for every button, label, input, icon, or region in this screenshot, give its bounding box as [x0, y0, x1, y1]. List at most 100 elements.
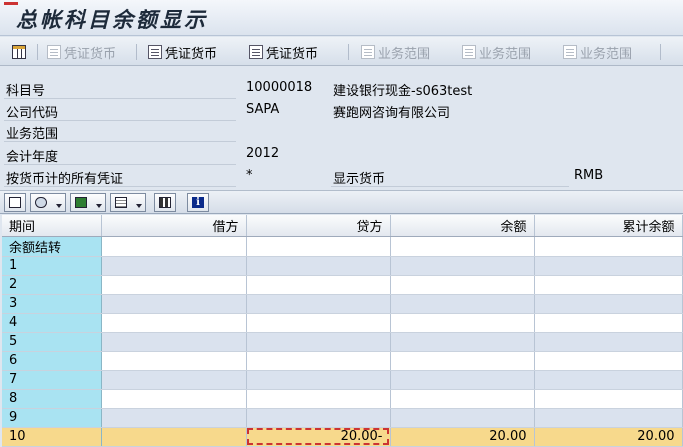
company-code-value: SAPA	[246, 102, 280, 117]
cell-credit[interactable]	[246, 389, 391, 409]
business-area-row: 业务范围	[0, 121, 683, 142]
table-row[interactable]: 2	[2, 275, 683, 295]
cell-balance[interactable]	[390, 256, 535, 276]
cell-cumulative-balance[interactable]: 20.00	[534, 426, 683, 447]
table-row[interactable]: 4	[2, 313, 683, 333]
print-button[interactable]	[4, 193, 26, 212]
cell-balance[interactable]	[390, 389, 535, 409]
cell-cumulative-balance[interactable]	[534, 275, 683, 295]
cell-debit[interactable]	[101, 275, 247, 295]
cell-cumulative-balance[interactable]	[534, 256, 683, 276]
table-row[interactable]: 5	[2, 332, 683, 352]
table-row[interactable]: 6	[2, 351, 683, 371]
layout-grid-button[interactable]	[12, 42, 26, 62]
cell-credit[interactable]	[246, 256, 391, 276]
cell-period[interactable]: 4	[2, 313, 102, 333]
cell-cumulative-balance[interactable]	[534, 389, 683, 409]
cell-debit[interactable]	[101, 389, 247, 409]
cell-period[interactable]: 2	[2, 275, 102, 295]
cell-balance[interactable]	[390, 332, 535, 352]
layout-button[interactable]	[110, 193, 146, 212]
cell-balance[interactable]	[390, 294, 535, 314]
cell-debit[interactable]	[101, 370, 247, 390]
cell-period[interactable]: 6	[2, 351, 102, 371]
cell-balance[interactable]	[390, 351, 535, 371]
cell-balance[interactable]	[390, 275, 535, 295]
column-header-period[interactable]: 期间	[2, 215, 102, 237]
cell-period[interactable]: 7	[2, 370, 102, 390]
cell-balance[interactable]: 20.00	[390, 426, 535, 447]
cell-balance[interactable]	[390, 370, 535, 390]
document-currency-button-3[interactable]: 凭证货币	[249, 42, 318, 62]
table-row[interactable]: 7	[2, 370, 683, 390]
cell-credit[interactable]	[246, 370, 391, 390]
all-documents-value: *	[246, 168, 253, 183]
cell-debit[interactable]	[101, 236, 247, 257]
cell-period[interactable]: 10	[2, 426, 102, 447]
export-button[interactable]	[70, 193, 106, 212]
all-documents-row: 按货币计的所有凭证 * 显示货币 RMB	[0, 166, 683, 187]
business-area-button-3[interactable]: 业务范围	[563, 42, 632, 62]
cell-period[interactable]: 余额结转	[2, 236, 102, 257]
cell-credit[interactable]	[246, 408, 391, 428]
cell-credit[interactable]: 20.00-	[246, 426, 391, 447]
cell-credit[interactable]	[246, 294, 391, 314]
column-header-credit[interactable]: 贷方	[246, 215, 391, 237]
info-button[interactable]: i	[187, 193, 209, 212]
cell-period[interactable]: 1	[2, 256, 102, 276]
cell-balance[interactable]	[390, 313, 535, 333]
table-row-total[interactable]: 10 20.00- 20.00 20.00	[2, 426, 683, 447]
label-underline	[4, 186, 236, 187]
cell-balance[interactable]	[390, 236, 535, 257]
cell-period[interactable]: 8	[2, 389, 102, 409]
cell-balance[interactable]	[390, 408, 535, 428]
business-area-button-1[interactable]: 业务范围	[361, 42, 430, 62]
cell-credit[interactable]	[246, 313, 391, 333]
cell-debit[interactable]	[101, 256, 247, 276]
table-row[interactable]: 余额结转	[2, 236, 683, 257]
export-icon	[75, 197, 87, 208]
cell-cumulative-balance[interactable]	[534, 332, 683, 352]
cell-debit[interactable]	[101, 408, 247, 428]
cell-period[interactable]: 5	[2, 332, 102, 352]
cell-cumulative-balance[interactable]	[534, 351, 683, 371]
table-row[interactable]: 8	[2, 389, 683, 409]
cell-debit[interactable]	[101, 426, 247, 447]
document-icon	[47, 45, 61, 59]
cell-period[interactable]: 9	[2, 408, 102, 428]
cell-credit[interactable]	[246, 236, 391, 257]
cell-debit[interactable]	[101, 351, 247, 371]
view-button[interactable]	[30, 193, 66, 212]
cell-debit[interactable]	[101, 313, 247, 333]
cell-period[interactable]: 3	[2, 294, 102, 314]
display-currency-label: 显示货币	[333, 172, 386, 187]
cell-debit[interactable]	[101, 332, 247, 352]
business-area-button-2[interactable]: 业务范围	[462, 42, 531, 62]
chart-button[interactable]	[154, 193, 176, 212]
cell-credit[interactable]	[246, 351, 391, 371]
fiscal-year-label: 会计年度	[6, 150, 59, 165]
cell-cumulative-balance[interactable]	[534, 294, 683, 314]
cell-credit[interactable]	[246, 332, 391, 352]
table-row[interactable]: 9	[2, 408, 683, 428]
document-icon	[148, 45, 162, 59]
table-row[interactable]: 3	[2, 294, 683, 314]
chevron-down-icon	[136, 204, 142, 208]
cell-debit[interactable]	[101, 294, 247, 314]
document-icon	[563, 45, 577, 59]
document-currency-button-2[interactable]: 凭证货币	[148, 42, 217, 62]
fiscal-year-row: 会计年度 2012	[0, 144, 683, 165]
button-label: 凭证货币	[64, 46, 117, 62]
document-currency-button-1[interactable]: 凭证货币	[47, 42, 116, 62]
cell-cumulative-balance[interactable]	[534, 408, 683, 428]
column-header-debit[interactable]: 借方	[101, 215, 247, 237]
column-header-balance[interactable]: 余额	[390, 215, 535, 237]
cell-credit[interactable]	[246, 275, 391, 295]
cell-cumulative-balance[interactable]	[534, 313, 683, 333]
column-header-cumulative-balance[interactable]: 累计余额	[534, 215, 683, 237]
table-row[interactable]: 1	[2, 256, 683, 276]
toolbar-separator	[37, 44, 38, 60]
chart-icon	[159, 197, 171, 208]
cell-cumulative-balance[interactable]	[534, 236, 683, 257]
cell-cumulative-balance[interactable]	[534, 370, 683, 390]
